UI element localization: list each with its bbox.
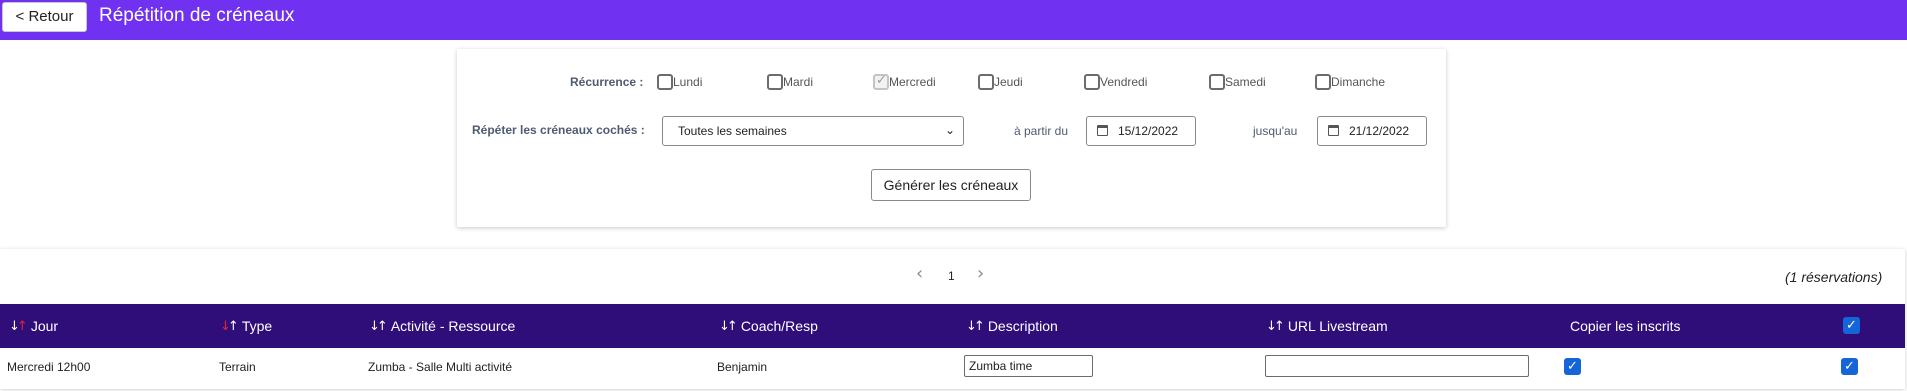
sort-icon[interactable]: ↓↑ bbox=[220, 319, 239, 334]
vendredi-label: Vendredi bbox=[1100, 75, 1148, 89]
column-label: Jour bbox=[30, 318, 59, 334]
sort-icon[interactable]: ↓↑ bbox=[966, 319, 985, 334]
chevron-left-icon[interactable]: ‹ bbox=[916, 263, 923, 284]
mercredi-label: Mercredi bbox=[889, 75, 936, 89]
vendredi-checkbox[interactable] bbox=[1084, 74, 1100, 90]
day-jeudi[interactable]: Jeudi bbox=[978, 74, 1023, 90]
top-bar: < Retour Répétition de créneaux bbox=[0, 0, 1907, 40]
day-lundi[interactable]: Lundi bbox=[657, 74, 702, 90]
column-url-livestream[interactable]: ↓↑ URL Livestream bbox=[1266, 318, 1388, 334]
column-copier-inscrits: Copier les inscrits bbox=[1570, 318, 1680, 334]
cell-activite: Zumba - Salle Multi activité bbox=[368, 360, 513, 374]
column-label: Activité - Ressource bbox=[390, 318, 516, 334]
column-label: URL Livestream bbox=[1287, 318, 1388, 334]
column-coach[interactable]: ↓↑ Coach/Resp bbox=[719, 318, 818, 334]
repeat-label: Répéter les créneaux cochés : bbox=[472, 123, 645, 137]
back-button[interactable]: < Retour bbox=[2, 2, 87, 32]
day-dimanche[interactable]: Dimanche bbox=[1315, 74, 1385, 90]
sort-icon[interactable]: ↓↑ bbox=[719, 319, 738, 334]
current-page[interactable]: 1 bbox=[948, 269, 955, 283]
mercredi-checkbox bbox=[873, 73, 889, 90]
column-description[interactable]: ↓↑ Description bbox=[966, 318, 1058, 334]
recurrence-card: Récurrence : Lundi Mardi Mercredi Jeudi … bbox=[457, 49, 1446, 227]
table-row: Mercredi 12h00 Terrain Zumba - Salle Mul… bbox=[0, 348, 1905, 386]
recurrence-label: Récurrence : bbox=[570, 75, 644, 89]
sort-icon[interactable]: ↓↑ bbox=[369, 319, 388, 334]
day-mardi[interactable]: Mardi bbox=[767, 74, 813, 90]
column-type[interactable]: ↓↑ Type bbox=[220, 318, 272, 334]
lundi-checkbox[interactable] bbox=[657, 74, 673, 90]
dimanche-checkbox[interactable] bbox=[1315, 74, 1331, 90]
day-samedi[interactable]: Samedi bbox=[1209, 74, 1266, 90]
lundi-label: Lundi bbox=[673, 75, 703, 89]
column-label: Type bbox=[241, 318, 273, 334]
cell-coach: Benjamin bbox=[717, 360, 768, 374]
sort-icon[interactable]: ↓↑ bbox=[9, 319, 28, 334]
frequency-value: Toutes les semaines bbox=[678, 124, 787, 138]
chevron-down-icon: ⌄ bbox=[944, 123, 955, 137]
column-label: Description bbox=[987, 318, 1058, 334]
slots-table-card: ‹ 1 › (1 réservations) ↓↑ Jour ↓↑ Type ↓… bbox=[0, 249, 1905, 389]
until-date-value: 21/12/2022 bbox=[1349, 124, 1410, 138]
jeudi-checkbox[interactable] bbox=[978, 74, 994, 90]
samedi-checkbox[interactable] bbox=[1209, 74, 1225, 90]
day-vendredi[interactable]: Vendredi bbox=[1084, 74, 1147, 90]
url-livestream-input[interactable] bbox=[1265, 355, 1529, 377]
mardi-checkbox[interactable] bbox=[767, 74, 783, 90]
day-mercredi: Mercredi bbox=[873, 73, 936, 90]
frequency-select[interactable]: Toutes les semaines ⌄ bbox=[662, 116, 964, 146]
table-header: ↓↑ Jour ↓↑ Type ↓↑ Activité - Ressource … bbox=[0, 304, 1905, 348]
column-label: Coach/Resp bbox=[740, 318, 818, 334]
until-date-input[interactable]: 21/12/2022 bbox=[1317, 116, 1427, 146]
from-date-value: 15/12/2022 bbox=[1118, 124, 1179, 138]
page-title: Répétition de créneaux bbox=[99, 5, 295, 26]
calendar-icon bbox=[1328, 125, 1339, 136]
until-label: jusqu'au bbox=[1253, 124, 1298, 138]
dimanche-label: Dimanche bbox=[1331, 75, 1386, 89]
column-jour[interactable]: ↓↑ Jour bbox=[9, 318, 58, 334]
calendar-icon bbox=[1097, 125, 1108, 136]
select-all-checkbox[interactable]: ✓ bbox=[1843, 317, 1860, 334]
column-label: Copier les inscrits bbox=[1570, 318, 1681, 334]
chevron-right-icon[interactable]: › bbox=[977, 263, 984, 284]
from-date-input[interactable]: 15/12/2022 bbox=[1086, 116, 1196, 146]
jeudi-label: Jeudi bbox=[994, 75, 1023, 89]
from-label: à partir du bbox=[1014, 124, 1069, 138]
row-select-checkbox[interactable]: ✓ bbox=[1841, 358, 1858, 375]
sort-icon[interactable]: ↓↑ bbox=[1266, 319, 1285, 334]
cell-type: Terrain bbox=[219, 360, 256, 374]
reservations-count: (1 réservations) bbox=[1785, 269, 1883, 285]
column-activite[interactable]: ↓↑ Activité - Ressource bbox=[369, 318, 515, 334]
description-input[interactable]: Zumba time bbox=[964, 355, 1093, 377]
samedi-label: Samedi bbox=[1225, 75, 1266, 89]
mardi-label: Mardi bbox=[783, 75, 814, 89]
cell-jour: Mercredi 12h00 bbox=[7, 360, 91, 374]
copy-attendees-checkbox[interactable]: ✓ bbox=[1564, 358, 1581, 375]
generate-slots-button[interactable]: Générer les créneaux bbox=[871, 169, 1031, 201]
